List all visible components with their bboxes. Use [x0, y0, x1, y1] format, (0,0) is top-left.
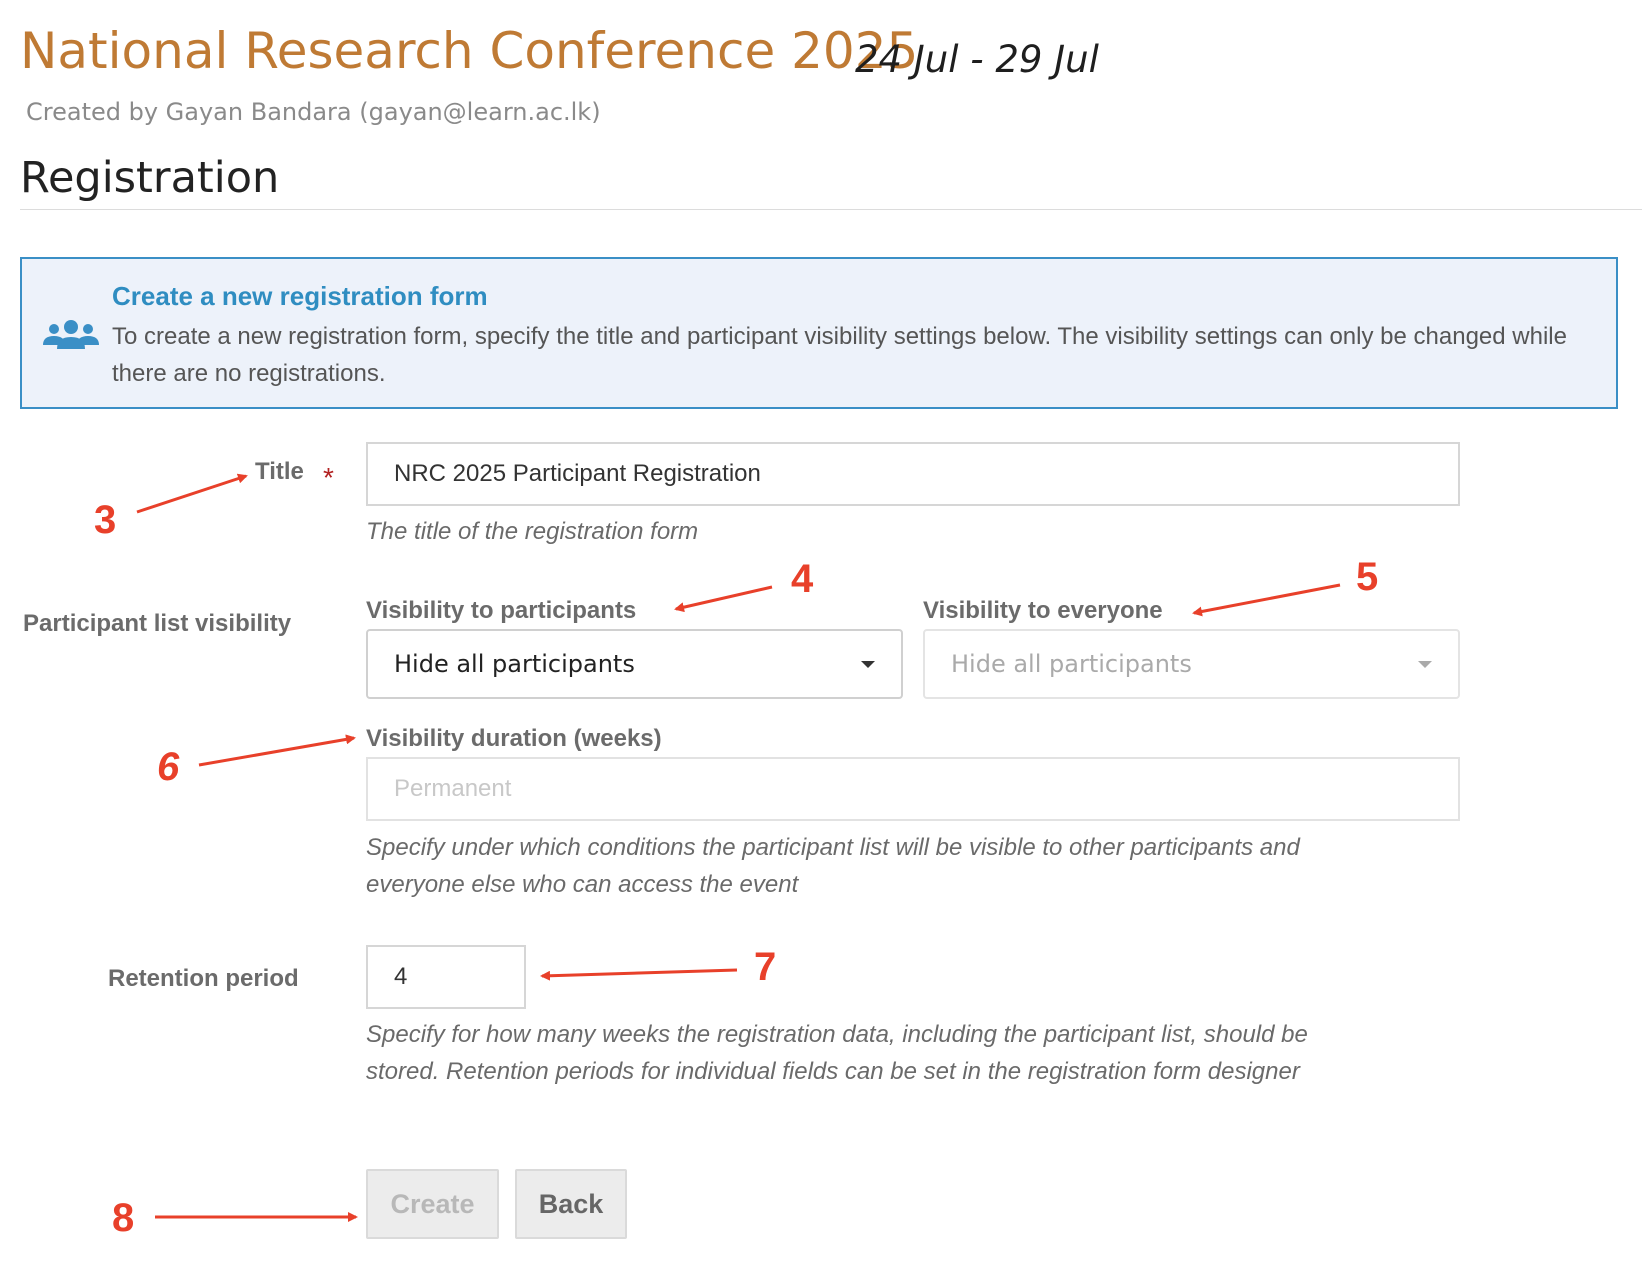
annotation-8: 8: [112, 1196, 135, 1240]
visibility-duration-input[interactable]: Permanent: [366, 757, 1460, 821]
annotation-4: 4: [791, 557, 814, 601]
create-button[interactable]: Create: [366, 1169, 499, 1239]
visibility-everyone-label: Visibility to everyone: [923, 597, 1163, 624]
participant-visibility-label: Participant list visibility: [23, 610, 292, 637]
title-input[interactable]: NRC 2025 Participant Registration: [366, 442, 1460, 506]
chevron-down-icon: [861, 661, 875, 668]
visibility-help: Specify under which conditions the parti…: [366, 834, 1300, 898]
arrow-4: [674, 585, 773, 613]
annotation-3: 3: [94, 498, 117, 542]
arrow-7: [540, 968, 738, 981]
title-label: Title: [255, 458, 304, 485]
retention-input[interactable]: 4: [366, 945, 526, 1009]
arrow-5: [1192, 583, 1341, 617]
event-creator: Created by Gayan Bandara (gayan@learn.ac…: [26, 98, 601, 126]
arrow-3: [136, 473, 248, 514]
event-dates: 24 Jul - 29 Jul: [855, 38, 1099, 81]
visibility-everyone-value: Hide all participants: [951, 650, 1192, 678]
users-icon: [43, 320, 99, 349]
chevron-down-icon: [1418, 661, 1432, 668]
required-star: *: [323, 462, 334, 493]
visibility-participants-select[interactable]: Hide all participants: [366, 629, 903, 699]
visibility-duration-label: Visibility duration (weeks): [366, 725, 662, 752]
info-title: Create a new registration form: [112, 281, 488, 311]
info-text: To create a new registration form, speci…: [112, 323, 1567, 387]
event-title: National Research Conference 2025: [20, 22, 919, 80]
visibility-participants-value: Hide all participants: [394, 650, 635, 678]
visibility-everyone-select[interactable]: Hide all participants: [923, 629, 1460, 699]
arrow-6: [198, 734, 356, 767]
retention-label: Retention period: [108, 965, 299, 992]
back-button[interactable]: Back: [515, 1169, 627, 1239]
annotation-5: 5: [1356, 555, 1379, 599]
annotation-6: 6: [157, 745, 180, 789]
visibility-participants-label: Visibility to participants: [366, 597, 637, 624]
heading-divider: [20, 209, 1642, 210]
title-help: The title of the registration form: [366, 518, 699, 545]
annotation-7: 7: [754, 945, 777, 989]
page-title: Registration: [20, 153, 280, 203]
retention-help: Specify for how many weeks the registrat…: [366, 1021, 1308, 1085]
